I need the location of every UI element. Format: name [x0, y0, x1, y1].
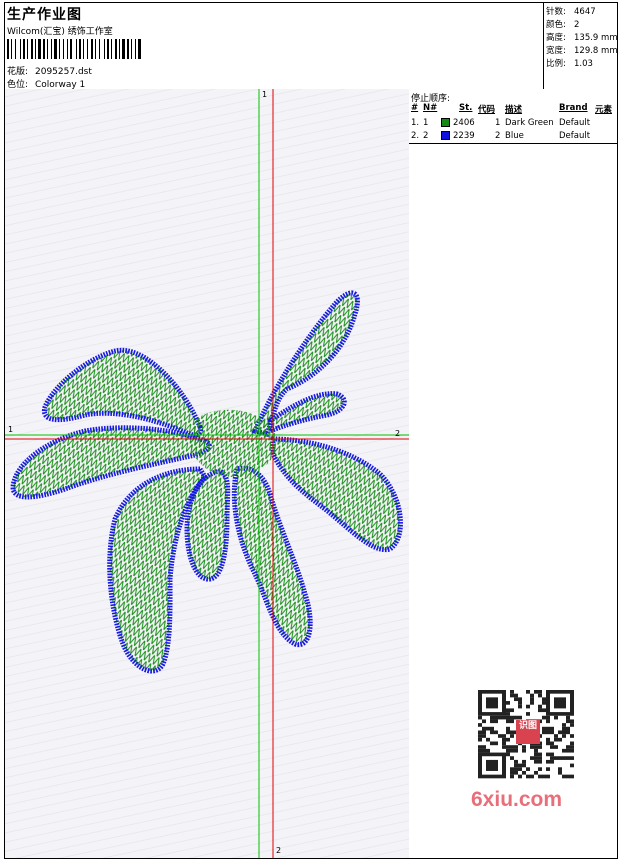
color-swatch-dark-green	[441, 118, 450, 127]
watermark-brand: 6xiu.com	[471, 788, 563, 811]
stat-stitches: 针数: 4647	[546, 7, 596, 17]
color-swatch-blue	[441, 131, 450, 140]
col-header-code: 代码	[478, 105, 496, 115]
col-header-desc: 描述	[505, 105, 523, 115]
col-header-brand: Brand	[559, 103, 588, 113]
sheet-title: 生产作业图	[7, 7, 82, 23]
stat-height: 高度: 135.9 mm	[546, 33, 618, 43]
col-header-element: 元素	[595, 105, 613, 115]
petal-lower-right	[270, 436, 403, 553]
crosshair-label-right: 2	[395, 429, 401, 438]
sheet-header: 生产作业图 Wilcom(汇宝) 绣饰工作室 花版: 2095257.dst 色位…	[5, 3, 618, 90]
embroidery-preview	[5, 89, 409, 858]
stat-colors: 颜色: 2	[546, 20, 580, 30]
petal-upper-left	[41, 347, 204, 438]
stats-panel: 针数: 4647 颜色: 2 高度: 135.9 mm 宽度: 129.8 mm 比例:…	[543, 3, 618, 89]
design-file-label: 花版:	[7, 67, 29, 77]
crosshair-label-bottom: 2	[276, 846, 282, 855]
table-divider	[409, 143, 617, 144]
barcode-icon	[7, 39, 145, 59]
design-file-value: 2095257.dst	[35, 67, 92, 77]
crosshair-label-top: 1	[262, 90, 268, 99]
stat-scale: 比例: 1.03	[546, 59, 593, 69]
design-canvas[interactable]: 1 2 1 2	[5, 89, 410, 858]
col-header-st: St.	[459, 103, 473, 113]
col-header-n: N#	[423, 103, 438, 113]
col-header-num: #	[411, 103, 419, 113]
stat-width: 宽度: 129.8 mm	[546, 46, 618, 56]
design-file-line: 花版: 2095257.dst	[7, 64, 92, 77]
flower-motif	[10, 290, 403, 674]
crosshair-label-left: 1	[8, 425, 14, 434]
sheet-subtitle: Wilcom(汇宝) 绣饰工作室	[7, 27, 113, 37]
petal-bottom-right	[231, 465, 313, 648]
seal-stamp: 识图	[516, 720, 540, 744]
